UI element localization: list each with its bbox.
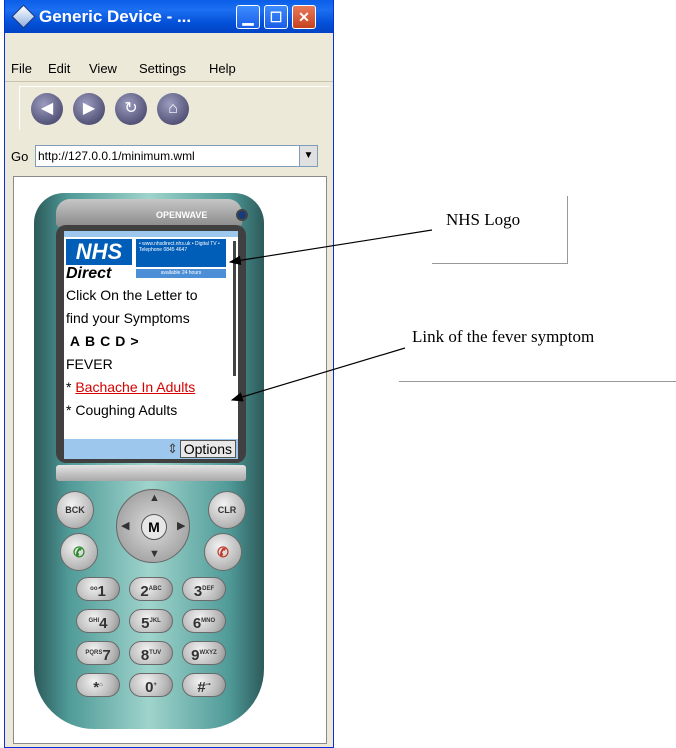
logo-arrow (228, 229, 433, 266)
link-arrow (230, 347, 406, 402)
annotation-arrows (228, 229, 433, 402)
